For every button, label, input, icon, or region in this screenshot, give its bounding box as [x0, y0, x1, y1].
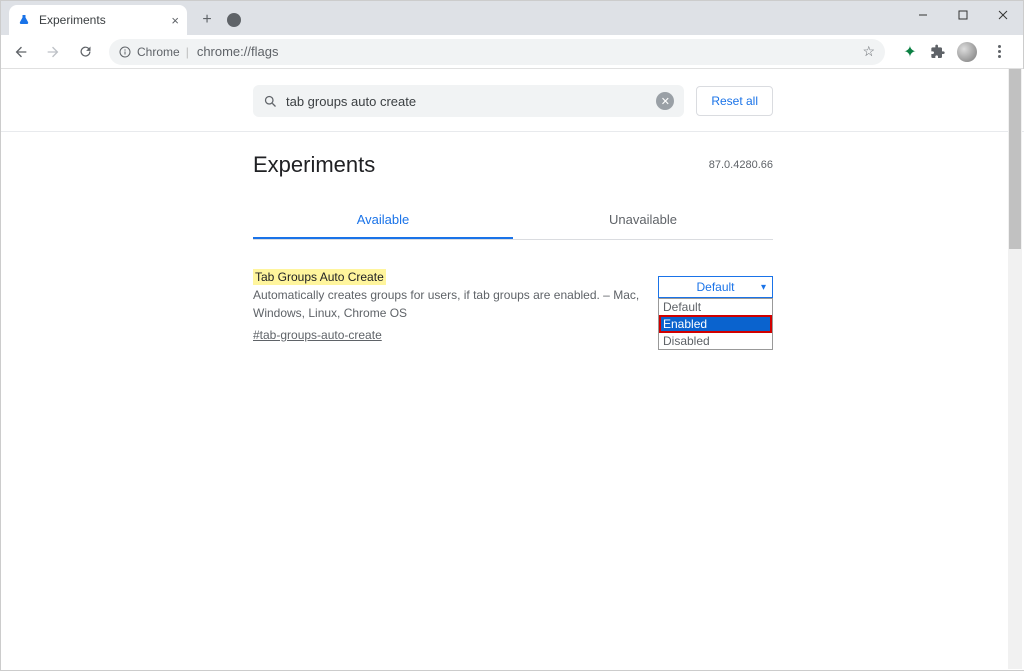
close-window-button[interactable] [983, 1, 1023, 29]
dropdown-option-disabled[interactable]: Disabled [659, 333, 772, 349]
flag-select[interactable]: Default [658, 276, 773, 298]
browser-menu-button[interactable] [987, 45, 1011, 58]
site-chip[interactable]: Chrome | [119, 45, 189, 59]
tab-available[interactable]: Available [253, 202, 513, 239]
window-controls [903, 1, 1023, 29]
forward-button[interactable] [39, 38, 67, 66]
flag-text: Tab Groups Auto Create Automatically cre… [253, 268, 642, 344]
maximize-button[interactable] [943, 1, 983, 29]
title-row: Experiments 87.0.4280.66 [253, 132, 773, 178]
version-text: 87.0.4280.66 [709, 159, 773, 171]
extension-icon[interactable]: ✦ [901, 43, 919, 61]
search-row: ✕ Reset all [253, 73, 773, 129]
reload-button[interactable] [71, 38, 99, 66]
omnibox-chip-label: Chrome [137, 45, 180, 59]
dropdown-option-enabled[interactable]: Enabled [659, 315, 772, 333]
scrollbar-thumb[interactable] [1009, 69, 1021, 249]
window-titlebar: Experiments × + [1, 1, 1023, 35]
tab-search-button[interactable] [227, 13, 241, 27]
tab-unavailable[interactable]: Unavailable [513, 202, 773, 239]
reset-all-button[interactable]: Reset all [696, 86, 773, 116]
search-input[interactable] [286, 94, 656, 109]
flag-dropdown: Default Enabled Disabled [658, 298, 773, 350]
close-tab-icon[interactable]: × [171, 13, 179, 28]
new-tab-button[interactable]: + [195, 8, 219, 32]
tab-nav: Available Unavailable [253, 202, 773, 240]
flag-select-value: Default [696, 280, 734, 294]
browser-toolbar: Chrome | chrome://flags ☆ ✦ [1, 35, 1023, 69]
page-title: Experiments [253, 152, 375, 178]
dropdown-option-default[interactable]: Default [659, 299, 772, 315]
profile-avatar[interactable] [957, 42, 977, 62]
clear-search-icon[interactable]: ✕ [656, 92, 674, 110]
vertical-scrollbar[interactable] [1008, 69, 1022, 669]
extensions-puzzle-icon[interactable] [929, 43, 947, 61]
url-text: chrome://flags [197, 44, 279, 59]
page-content: ✕ Reset all Experiments 87.0.4280.66 Ava… [1, 69, 1024, 670]
info-icon [119, 46, 131, 58]
flag-hash-link[interactable]: #tab-groups-auto-create [253, 326, 382, 344]
tab-title: Experiments [39, 13, 106, 27]
back-button[interactable] [7, 38, 35, 66]
flag-description: Automatically creates groups for users, … [253, 288, 639, 320]
browser-tab[interactable]: Experiments × [9, 5, 187, 35]
minimize-button[interactable] [903, 1, 943, 29]
flag-row: Tab Groups Auto Create Automatically cre… [253, 240, 773, 344]
flag-name: Tab Groups Auto Create [253, 269, 386, 285]
flag-select-wrap: Default Default Enabled Disabled [658, 276, 773, 344]
flask-icon [17, 13, 31, 27]
address-bar[interactable]: Chrome | chrome://flags ☆ [109, 39, 885, 65]
search-box[interactable]: ✕ [253, 85, 684, 117]
bookmark-star-icon[interactable]: ☆ [862, 43, 875, 60]
extension-icons: ✦ [895, 42, 1017, 62]
search-icon [263, 94, 278, 109]
